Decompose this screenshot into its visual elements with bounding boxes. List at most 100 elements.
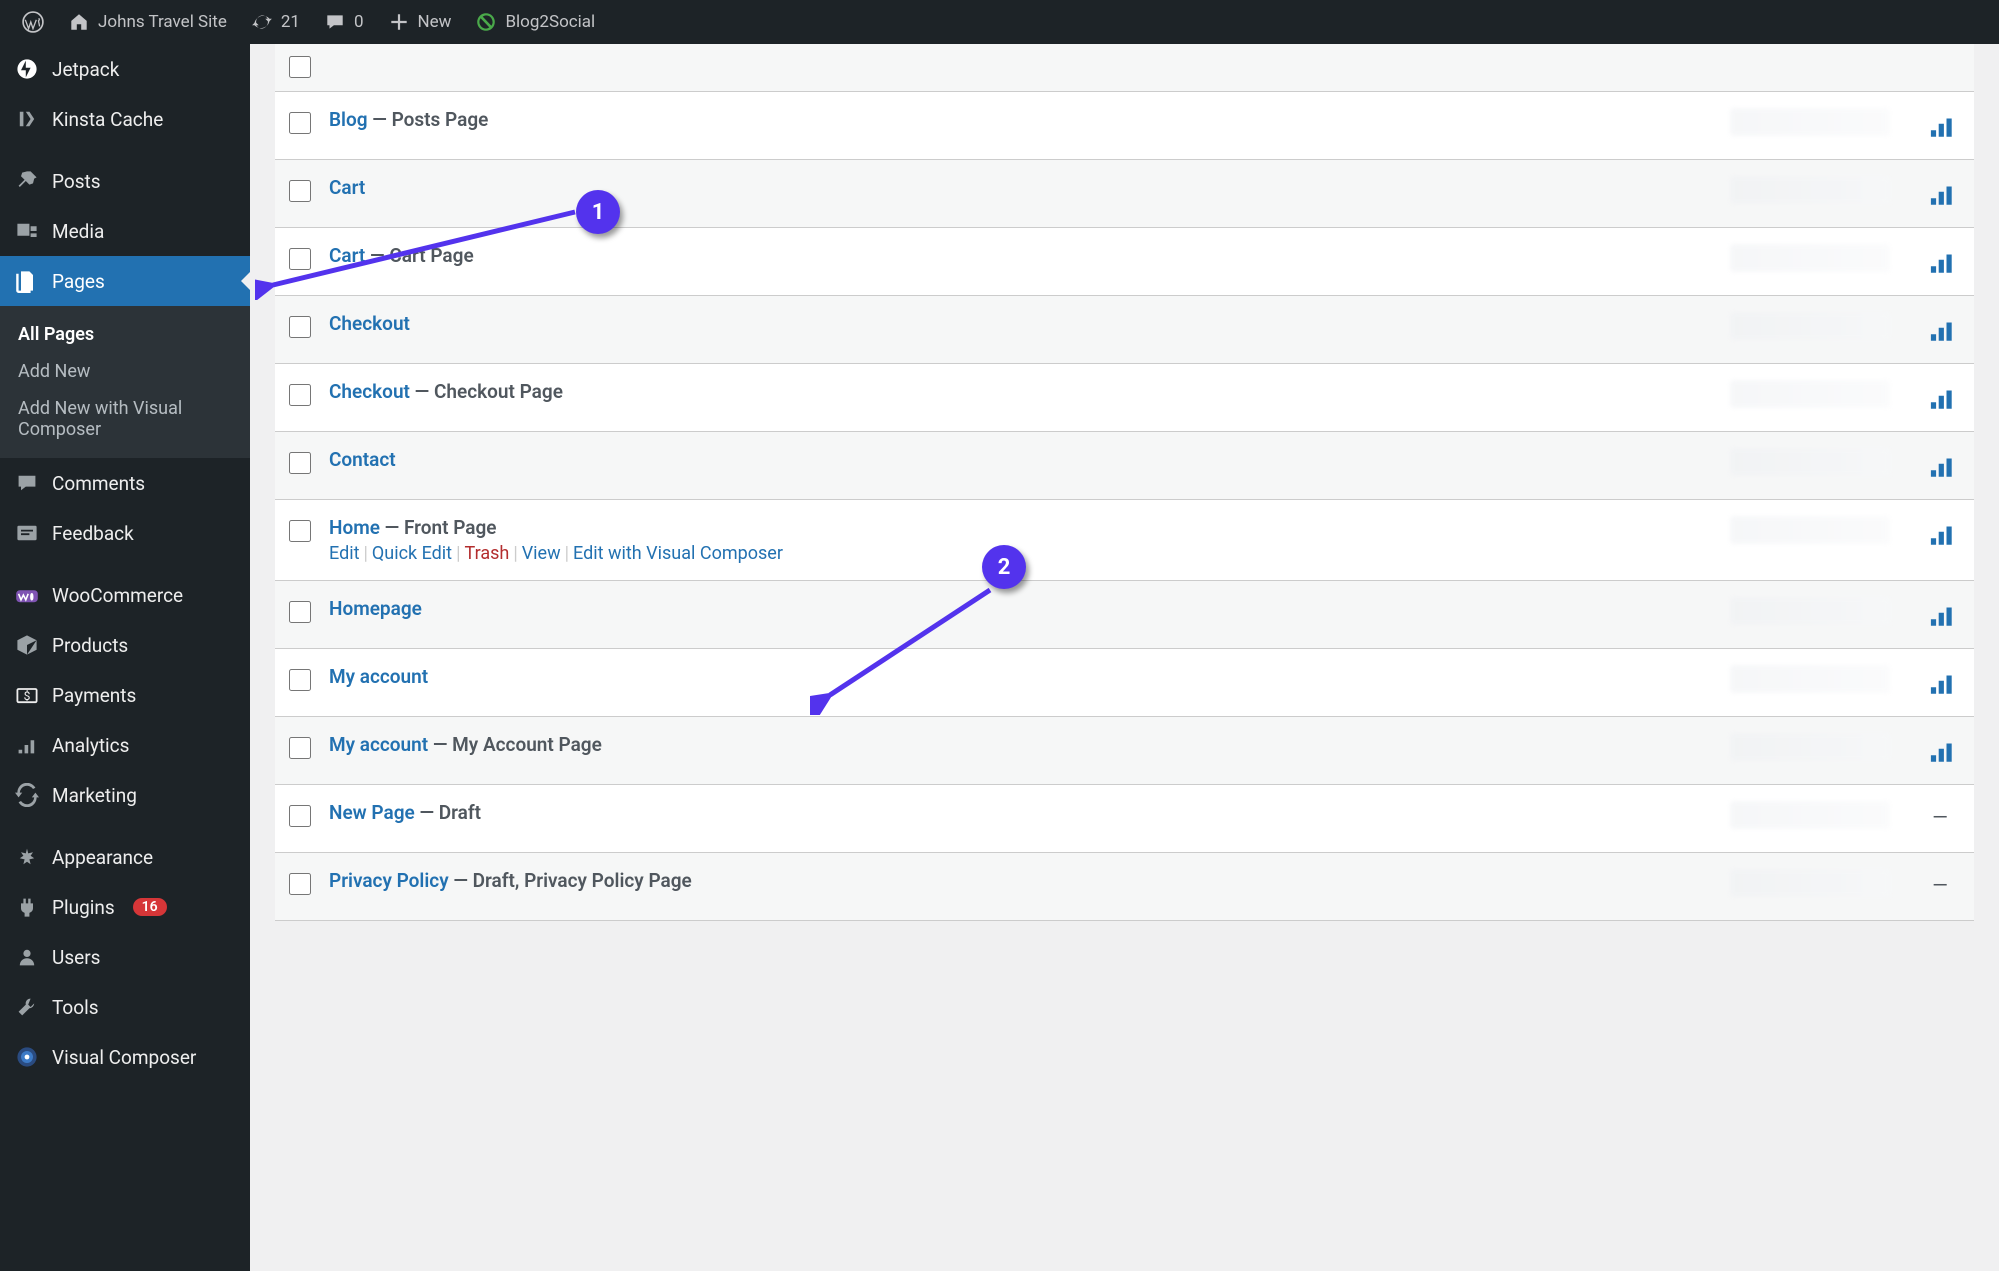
- page-title-link[interactable]: Homepage: [329, 597, 422, 620]
- row-checkbox[interactable]: [289, 180, 311, 202]
- menu-item-jetpack[interactable]: Jetpack: [0, 44, 250, 94]
- bars-icon: [1927, 248, 1953, 274]
- menu-label: Analytics: [52, 734, 129, 757]
- page-title-link[interactable]: My account: [329, 733, 428, 756]
- menu-label: Comments: [52, 472, 145, 495]
- date-column-blurred: [1730, 869, 1890, 897]
- page-title-link[interactable]: Checkout: [329, 380, 410, 403]
- menu-item-marketing[interactable]: Marketing: [0, 770, 250, 820]
- page-row: Checkout — Checkout Page: [275, 364, 1974, 432]
- menu-label: Payments: [52, 684, 136, 707]
- menu-item-vc[interactable]: Visual Composer: [0, 1032, 250, 1082]
- page-title-link[interactable]: Contact: [329, 448, 396, 471]
- page-row: New Page — Draft—: [275, 785, 1974, 853]
- stats-link[interactable]: [1927, 112, 1953, 143]
- menu-label: Kinsta Cache: [52, 108, 163, 131]
- trash-link[interactable]: Trash: [464, 543, 509, 564]
- page-title-link[interactable]: Cart: [329, 176, 365, 199]
- menu-item-kinsta[interactable]: Kinsta Cache: [0, 94, 250, 144]
- menu-item-woocommerce[interactable]: WooCommerce: [0, 570, 250, 620]
- page-row: Cart: [275, 160, 1974, 228]
- page-row: Homepage: [275, 581, 1974, 649]
- menu-item-analytics[interactable]: Analytics: [0, 720, 250, 770]
- view-link[interactable]: View: [522, 543, 561, 564]
- menu-label: Jetpack: [52, 58, 119, 81]
- page-row: Privacy Policy — Draft, Privacy Policy P…: [275, 853, 1974, 921]
- row-checkbox[interactable]: [289, 737, 311, 759]
- menu-item-pages[interactable]: Pages: [0, 256, 250, 306]
- menu-item-tools[interactable]: Tools: [0, 982, 250, 1032]
- menu-item-users[interactable]: Users: [0, 932, 250, 982]
- page-title-link[interactable]: Home: [329, 516, 380, 539]
- submenu-item-add-new[interactable]: Add New: [0, 353, 250, 390]
- pages-table: Blog — Posts PageCartCart — Cart PageChe…: [275, 92, 1974, 921]
- no-stats-dash: —: [1932, 873, 1948, 897]
- wp-logo[interactable]: [10, 0, 56, 44]
- page-row: Checkout: [275, 296, 1974, 364]
- menu-label: Appearance: [52, 846, 153, 869]
- stats-link[interactable]: [1927, 737, 1953, 768]
- stats-link[interactable]: [1927, 520, 1953, 551]
- bars-icon: [1927, 520, 1953, 546]
- page-row: Contact: [275, 432, 1974, 500]
- row-checkbox[interactable]: [289, 669, 311, 691]
- jetpack-icon: [14, 56, 40, 82]
- menu-label: Plugins: [52, 896, 115, 919]
- comments-link[interactable]: 0: [312, 0, 376, 44]
- stats-link[interactable]: [1927, 248, 1953, 279]
- payments-icon: $: [14, 682, 40, 708]
- page-state-suffix: — Cart Page: [365, 244, 473, 267]
- row-checkbox[interactable]: [289, 56, 311, 78]
- page-state-suffix: — Draft: [415, 801, 481, 824]
- page-title-link[interactable]: Checkout: [329, 312, 410, 335]
- admin-sidebar: Jetpack Kinsta Cache PostsMediaPages All Pa…: [0, 44, 250, 1271]
- page-title-link[interactable]: My account: [329, 665, 428, 688]
- stats-link[interactable]: [1927, 316, 1953, 347]
- woo-icon: [14, 582, 40, 608]
- vc-icon: [14, 1044, 40, 1070]
- submenu-item-add-new-with-visual-composer[interactable]: Add New with Visual Composer: [0, 390, 250, 448]
- updates-link[interactable]: 21: [239, 0, 312, 44]
- stats-link[interactable]: [1927, 384, 1953, 415]
- menu-item-plugins[interactable]: Plugins16: [0, 882, 250, 932]
- admin-toolbar: Johns Travel Site 21 0 New Blog2Social: [0, 0, 1999, 44]
- page-row: My account — My Account Page: [275, 717, 1974, 785]
- site-name-link[interactable]: Johns Travel Site: [56, 0, 239, 44]
- row-checkbox[interactable]: [289, 316, 311, 338]
- new-content-link[interactable]: New: [376, 0, 464, 44]
- edit-link[interactable]: Edit: [329, 543, 359, 564]
- page-row: Cart — Cart Page: [275, 228, 1974, 296]
- row-checkbox[interactable]: [289, 248, 311, 270]
- analytics-icon: [14, 732, 40, 758]
- quick-edit-link[interactable]: Quick Edit: [372, 543, 452, 564]
- stats-link[interactable]: [1927, 669, 1953, 700]
- page-title-link[interactable]: New Page: [329, 801, 415, 824]
- menu-item-comments[interactable]: Comments: [0, 458, 250, 508]
- stats-link[interactable]: [1927, 180, 1953, 211]
- menu-item-appearance[interactable]: Appearance: [0, 832, 250, 882]
- blog2social-link[interactable]: Blog2Social: [463, 0, 607, 44]
- menu-item-products[interactable]: Products: [0, 620, 250, 670]
- menu-item-payments[interactable]: $ Payments: [0, 670, 250, 720]
- stats-link[interactable]: [1927, 601, 1953, 632]
- stats-link[interactable]: [1927, 452, 1953, 483]
- row-checkbox[interactable]: [289, 601, 311, 623]
- page-title-link[interactable]: Cart: [329, 244, 365, 267]
- row-checkbox[interactable]: [289, 873, 311, 895]
- row-checkbox[interactable]: [289, 384, 311, 406]
- row-checkbox[interactable]: [289, 112, 311, 134]
- bars-icon: [1927, 316, 1953, 342]
- edit-visual-composer-link[interactable]: Edit with Visual Composer: [573, 543, 783, 564]
- page-title-link[interactable]: Blog: [329, 108, 368, 131]
- page-row: My account: [275, 649, 1974, 717]
- row-checkbox[interactable]: [289, 805, 311, 827]
- menu-item-media[interactable]: Media: [0, 206, 250, 256]
- menu-item-feedback[interactable]: Feedback: [0, 508, 250, 558]
- submenu-item-all-pages[interactable]: All Pages: [0, 316, 250, 353]
- bars-icon: [1927, 737, 1953, 763]
- date-column-blurred: [1730, 176, 1890, 204]
- menu-item-posts[interactable]: Posts: [0, 156, 250, 206]
- page-title-link[interactable]: Privacy Policy: [329, 869, 449, 892]
- row-checkbox[interactable]: [289, 452, 311, 474]
- row-checkbox[interactable]: [289, 520, 311, 542]
